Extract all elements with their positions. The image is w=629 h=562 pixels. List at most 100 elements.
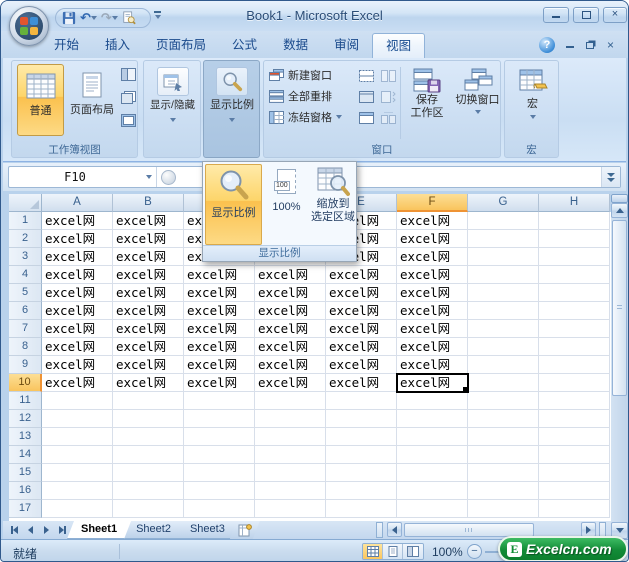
flyout-zoom-to-selection-item[interactable]: 缩放到 选定区域 [310,164,356,245]
cell-B12[interactable] [113,410,184,428]
cell-H17[interactable] [539,500,610,518]
cell-B3[interactable]: excel网 [113,248,184,266]
first-sheet-button[interactable] [7,523,21,537]
column-header-A[interactable]: A [42,194,113,212]
scroll-up-button[interactable] [611,203,628,218]
cell-B7[interactable]: excel网 [113,320,184,338]
group-label-macro[interactable]: 宏 [505,142,558,156]
cell-D8[interactable]: excel网 [255,338,326,356]
save-workspace-button[interactable]: 保存 工作区 [403,64,451,142]
cell-H2[interactable] [539,230,610,248]
ribbon-tab-视图[interactable]: 视图 [372,33,426,58]
cell-A14[interactable] [42,446,113,464]
cell-A17[interactable] [42,500,113,518]
column-header-F[interactable]: F [397,194,468,212]
normal-view-shortcut[interactable] [363,544,383,559]
cell-G2[interactable] [468,230,539,248]
cell-H9[interactable] [539,356,610,374]
row-header-7[interactable]: 7 [9,320,42,338]
cell-H4[interactable] [539,266,610,284]
cell-F3[interactable]: excel网 [397,248,468,266]
cell-D7[interactable]: excel网 [255,320,326,338]
row-header-10[interactable]: 10 [9,374,42,392]
cell-E5[interactable]: excel网 [326,284,397,302]
cell-C8[interactable]: excel网 [184,338,255,356]
row-header-6[interactable]: 6 [9,302,42,320]
cell-D12[interactable] [255,410,326,428]
cell-H7[interactable] [539,320,610,338]
redo-button[interactable]: ↷ [100,10,119,26]
cell-A12[interactable] [42,410,113,428]
ribbon-tab-插入[interactable]: 插入 [92,33,143,58]
cell-H3[interactable] [539,248,610,266]
cell-C5[interactable]: excel网 [184,284,255,302]
row-header-11[interactable]: 11 [9,392,42,410]
split-button[interactable] [356,66,376,85]
unhide-window-button[interactable] [356,108,376,127]
cell-F5[interactable]: excel网 [397,284,468,302]
cell-B6[interactable]: excel网 [113,302,184,320]
vertical-split-handle[interactable] [611,194,628,203]
synchronous-scrolling-button[interactable] [378,87,398,106]
cell-F12[interactable] [397,410,468,428]
cell-C7[interactable]: excel网 [184,320,255,338]
cell-G15[interactable] [468,464,539,482]
cell-B15[interactable] [113,464,184,482]
insert-function-handle[interactable] [161,169,176,185]
workbook-minimize-button[interactable] [561,39,578,53]
cell-D16[interactable] [255,482,326,500]
cell-E13[interactable] [326,428,397,446]
name-box[interactable]: F10 [9,167,141,187]
row-header-8[interactable]: 8 [9,338,42,356]
cell-A16[interactable] [42,482,113,500]
cell-E16[interactable] [326,482,397,500]
cell-G11[interactable] [468,392,539,410]
cell-F7[interactable]: excel网 [397,320,468,338]
cell-C4[interactable]: excel网 [184,266,255,284]
cell-D11[interactable] [255,392,326,410]
help-button[interactable]: ? [539,37,555,53]
cell-D17[interactable] [255,500,326,518]
cell-H13[interactable] [539,428,610,446]
cell-G5[interactable] [468,284,539,302]
cell-C17[interactable] [184,500,255,518]
workbook-close-button[interactable]: × [602,39,619,53]
close-button[interactable]: × [603,7,627,23]
cell-C11[interactable] [184,392,255,410]
cell-D13[interactable] [255,428,326,446]
save-button[interactable] [61,10,77,26]
workbook-restore-button[interactable] [581,39,598,53]
cell-G14[interactable] [468,446,539,464]
cell-G12[interactable] [468,410,539,428]
cell-E14[interactable] [326,446,397,464]
cell-F6[interactable]: excel网 [397,302,468,320]
page-layout-view-button[interactable]: 页面布局 [67,64,117,136]
reset-window-position-button[interactable] [378,108,398,127]
arrange-all-button[interactable]: 全部重排 [269,86,355,106]
cell-C10[interactable]: excel网 [184,374,255,392]
cell-G6[interactable] [468,302,539,320]
cell-E9[interactable]: excel网 [326,356,397,374]
cell-E17[interactable] [326,500,397,518]
cell-E6[interactable]: excel网 [326,302,397,320]
cell-G4[interactable] [468,266,539,284]
flyout-zoom-item[interactable]: 显示比例 [205,164,262,245]
cell-C16[interactable] [184,482,255,500]
cell-A2[interactable]: excel网 [42,230,113,248]
full-screen-button[interactable] [118,111,138,130]
cell-E11[interactable] [326,392,397,410]
ribbon-tab-开始[interactable]: 开始 [41,33,92,58]
flyout-100-item[interactable]: 100 100% [264,164,309,245]
cell-C12[interactable] [184,410,255,428]
minimize-button[interactable] [543,7,569,23]
cell-C13[interactable] [184,428,255,446]
cell-B1[interactable]: excel网 [113,212,184,230]
cell-E8[interactable]: excel网 [326,338,397,356]
row-header-3[interactable]: 3 [9,248,42,266]
group-label-workbook-views[interactable]: 工作簿视图 [12,142,137,156]
cell-B13[interactable] [113,428,184,446]
cell-E10[interactable]: excel网 [326,374,397,392]
cell-G17[interactable] [468,500,539,518]
cell-E4[interactable]: excel网 [326,266,397,284]
row-header-9[interactable]: 9 [9,356,42,374]
